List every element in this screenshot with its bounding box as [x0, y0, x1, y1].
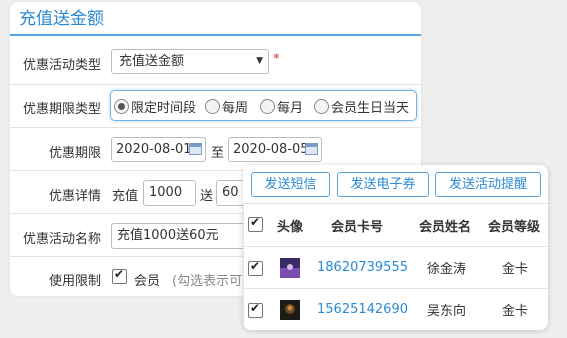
radio-weekly[interactable]: 每周 — [205, 97, 249, 116]
member-label: 会员 — [134, 274, 161, 289]
send-sms-button[interactable]: 发送短信 — [251, 172, 330, 197]
member-checkbox[interactable] — [112, 267, 127, 284]
member-level: 金卡 — [502, 304, 529, 319]
radio-label: 每月 — [277, 100, 304, 116]
send-reminder-button[interactable]: 发送活动提醒 — [435, 172, 541, 197]
chevron-down-icon: ▼ — [256, 56, 263, 66]
table-row[interactable]: 18620739555 徐金涛 金卡 — [243, 247, 548, 289]
activity-name-label: 优惠活动名称 — [22, 232, 101, 247]
start-date-value: 2020-08-01 — [116, 142, 192, 157]
usage-limit-hint: (勾选表示可 — [172, 274, 243, 289]
member-card-link[interactable]: 15625142690 — [317, 289, 408, 330]
row-checkbox[interactable] — [248, 259, 263, 276]
radio-label: 会员生日当天 — [331, 100, 410, 116]
table-header: 头像 会员卡号 会员姓名 会员等级 — [243, 204, 548, 247]
table-divider — [243, 203, 244, 330]
column-header-name: 会员姓名 — [419, 219, 472, 235]
column-header-avatar: 头像 — [277, 219, 304, 235]
member-name: 徐金涛 — [427, 262, 467, 277]
period-type-radio-group: 限定时间段 每周 每月 会员生日当天 — [110, 90, 417, 121]
radio-unchecked-icon — [314, 98, 329, 114]
radio-unchecked-icon — [260, 98, 275, 114]
table-row[interactable]: 15625142690 吴东向 金卡 — [243, 289, 548, 330]
period-type-label: 优惠期限类型 — [22, 102, 101, 117]
form-title: 充值送金额 — [10, 2, 421, 36]
give-label: 送 — [200, 189, 214, 204]
activity-type-value: 充值送金额 — [119, 54, 185, 69]
start-date-input[interactable]: 2020-08-01 — [111, 137, 206, 162]
column-header-card-no: 会员卡号 — [331, 219, 384, 235]
column-header-level: 会员等级 — [488, 219, 541, 235]
radio-birthday[interactable]: 会员生日当天 — [314, 97, 410, 116]
calendar-icon[interactable] — [305, 143, 318, 155]
recharge-amount-input[interactable]: 1000 — [143, 180, 196, 206]
send-ecoupon-button[interactable]: 发送电子券 — [337, 172, 429, 197]
avatar-dark-icon — [280, 289, 300, 330]
radio-limited-period[interactable]: 限定时间段 — [114, 97, 197, 116]
activity-type-select[interactable]: 充值送金额 ▼ — [111, 49, 269, 74]
avatar-purple-icon — [280, 247, 300, 288]
end-date-value: 2020-08-05 — [233, 142, 309, 157]
member-table: 头像 会员卡号 会员姓名 会员等级 18620739555 徐金涛 金卡 — [243, 203, 548, 330]
radio-label: 每周 — [222, 100, 249, 116]
radio-label: 限定时间段 — [131, 100, 197, 116]
activity-type-row: 优惠活动类型 充值送金额 ▼ * — [10, 38, 421, 85]
member-popup: 发送短信 发送电子券 发送活动提醒 头像 会员卡号 会员姓名 会员等级 1862… — [243, 165, 548, 330]
usage-limit-label: 使用限制 — [48, 274, 101, 289]
required-mark: * — [273, 52, 280, 67]
period-label: 优惠期限 — [48, 146, 101, 161]
member-card-link[interactable]: 18620739555 — [317, 247, 408, 288]
member-name: 吴东向 — [427, 304, 467, 319]
period-separator: 至 — [211, 146, 225, 161]
member-level: 金卡 — [502, 262, 529, 277]
calendar-icon[interactable] — [189, 143, 202, 155]
select-all-checkbox[interactable] — [248, 215, 263, 232]
row-checkbox[interactable] — [248, 301, 263, 318]
details-label: 优惠详情 — [48, 189, 101, 204]
recharge-label: 充值 — [112, 189, 139, 204]
end-date-input[interactable]: 2020-08-05 — [228, 137, 322, 162]
radio-monthly[interactable]: 每月 — [260, 97, 304, 116]
activity-type-label: 优惠活动类型 — [22, 58, 101, 73]
period-type-row: 优惠期限类型 限定时间段 每周 每月 会员生日当天 — [10, 85, 421, 128]
radio-checked-icon — [114, 98, 129, 114]
radio-unchecked-icon — [205, 98, 220, 114]
